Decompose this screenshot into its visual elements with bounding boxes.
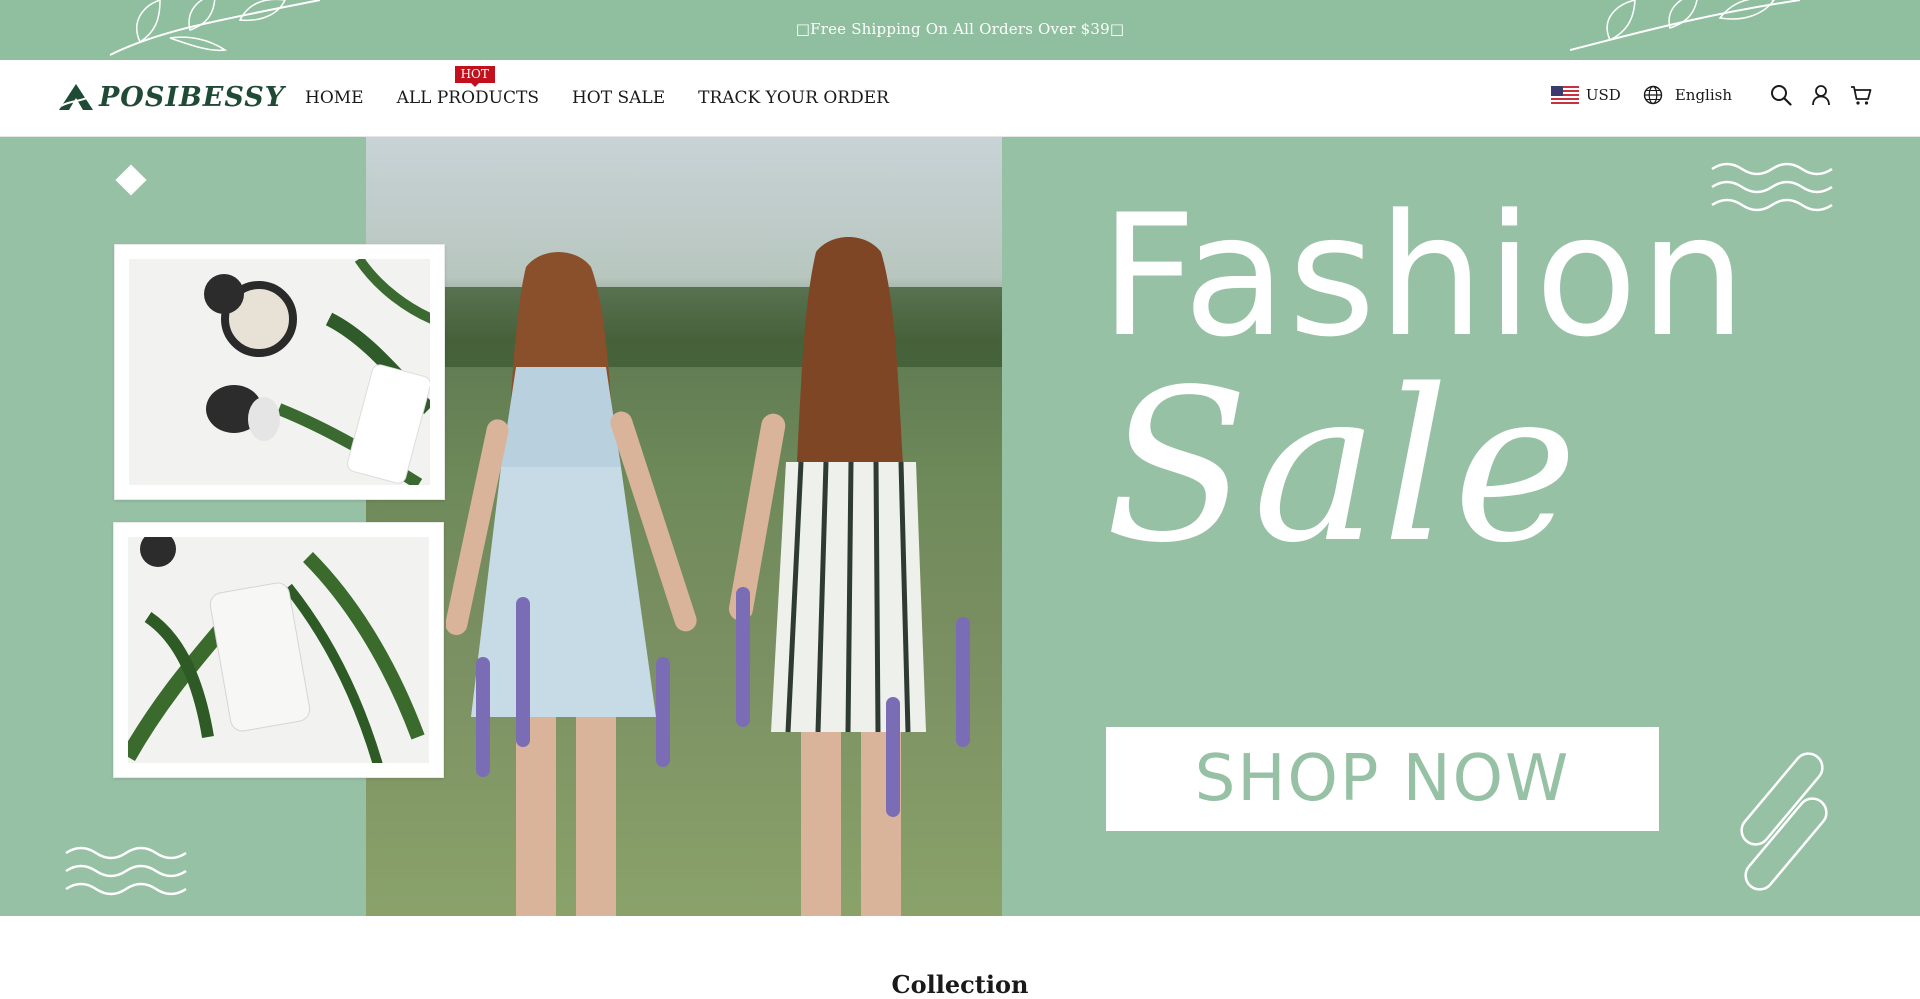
site-header: POSIBESSY HOME HOT ALL PRODUCTS HOT SALE… [0,60,1920,137]
hero-banner[interactable]: Fashion Sale SHOP NOW [0,137,1920,916]
lupine-flower [956,617,970,747]
product-photo-frame [114,244,445,500]
woman-striped-dress-figure [728,237,926,916]
announcement-text: □Free Shipping On All Orders Over $39□ [795,20,1125,38]
product-photo-bottle [128,537,429,763]
main-nav: HOME HOT ALL PRODUCTS HOT SALE TRACK YOU… [305,66,922,108]
currency-label: USD [1585,86,1621,104]
logo-text: POSIBESSY [99,81,286,113]
flag-us-icon [1550,86,1579,104]
skincare-jars-illustration [129,259,430,485]
nav-item-all-products[interactable]: HOT ALL PRODUCTS [396,66,539,108]
lupine-flower [516,597,530,747]
globe-icon [1643,85,1663,105]
lupine-flower [476,657,490,777]
search-icon[interactable] [1770,84,1792,106]
lupine-flower [736,587,750,727]
currency-selector[interactable]: USD [1550,86,1621,104]
lupine-flower [656,657,670,767]
hero-subheadline: Sale [1105,344,1582,589]
product-photo-frame [113,522,444,778]
cart-icon[interactable] [1850,84,1872,106]
nav-item-home[interactable]: HOME [305,88,364,108]
nav-item-label: TRACK YOUR ORDER [698,88,889,108]
language-label: English [1674,86,1732,104]
user-icon[interactable] [1810,84,1832,106]
nav-item-hot-sale[interactable]: HOT SALE [572,88,665,108]
nav-item-track-order[interactable]: TRACK YOUR ORDER [698,88,889,108]
header-actions: USD English [1550,84,1872,106]
brand-logo[interactable]: POSIBESSY [57,80,285,114]
skincare-bottle-illustration [128,537,429,763]
section-title: Collection [891,970,1029,999]
nav-item-label: ALL PRODUCTS [396,88,539,108]
logo-mark-icon [59,84,93,110]
pill-lines-decoration-icon [1740,752,1828,891]
lupine-flower [886,697,900,817]
hero-photo [366,137,1002,916]
nav-item-label: HOT SALE [571,88,666,108]
shop-now-label: SHOP NOW [1194,742,1571,816]
product-photo-jars [129,259,430,485]
hot-badge: HOT [454,66,495,87]
diamond-decoration-icon [115,164,147,196]
announcement-bar: □Free Shipping On All Orders Over $39□ [0,0,1920,60]
woman-blue-dress-figure [446,252,697,916]
nav-item-label: HOME [305,88,364,108]
hero-headline: Fashion [1100,178,1749,374]
shop-now-button[interactable]: SHOP NOW [1106,727,1659,831]
language-selector[interactable]: English [1643,85,1732,105]
wave-decoration-icon [65,846,187,896]
